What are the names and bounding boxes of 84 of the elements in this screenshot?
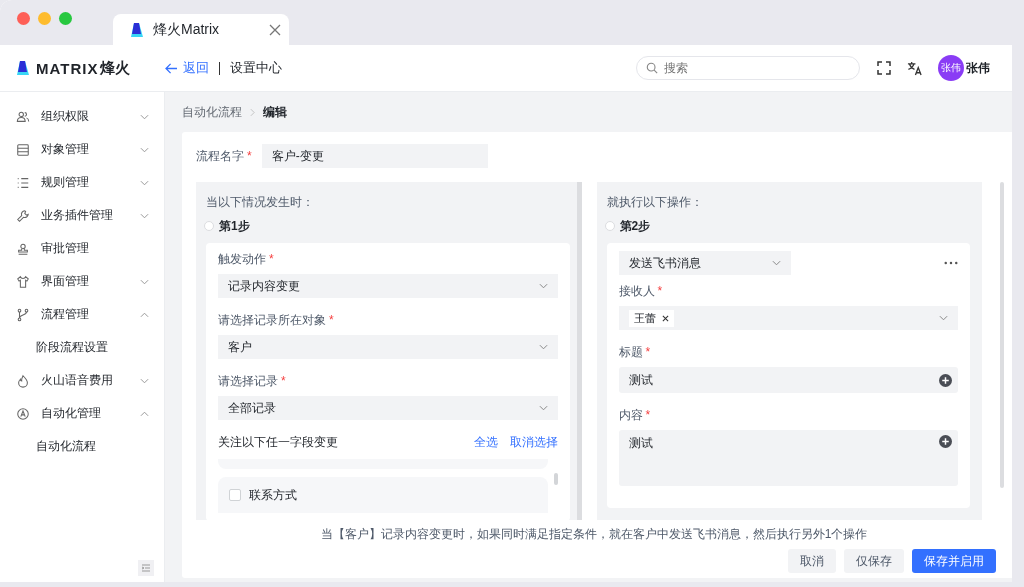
- sidebar-item[interactable]: 流程管理: [0, 298, 164, 331]
- field-label: 触发动作 *: [218, 251, 275, 268]
- select-field[interactable]: 记录内容变更: [218, 274, 558, 298]
- checkbox[interactable]: [229, 489, 241, 501]
- clear-selection-link[interactable]: 取消选择: [509, 434, 558, 451]
- name-input[interactable]: 客户-变更: [261, 144, 488, 168]
- sidebar-item[interactable]: 规则管理: [0, 166, 164, 199]
- menu-item-icon: [16, 208, 30, 223]
- browser-tab[interactable]: 烽火Matrix: [113, 14, 289, 45]
- menu-item-icon: [16, 142, 30, 157]
- summary-text: 当【客户】记录内容变更时，如果同时满足指定条件，就在客户中发送飞书消息，然后执行另外1个操作: [319, 526, 869, 543]
- collapse-sidebar-icon[interactable]: [138, 560, 154, 576]
- menu-item-icon: [16, 175, 30, 190]
- remove-icon[interactable]: [661, 314, 669, 322]
- panel-heading: 就执行以下操作：: [606, 194, 704, 211]
- chevron-down-icon: [538, 283, 548, 289]
- logo-text: 烽火: [100, 58, 131, 78]
- close-icon[interactable]: [269, 23, 281, 36]
- chevron-down-icon: [939, 315, 948, 321]
- sidebar-subitem[interactable]: 阶段流程设置: [0, 331, 164, 364]
- breadcrumb-current: 编辑: [263, 103, 287, 121]
- title-input[interactable]: 测试: [618, 367, 958, 393]
- field-label: 请选择记录所在对象 *: [218, 312, 335, 329]
- scrollbar[interactable]: [553, 473, 558, 485]
- menu-item-icon: [16, 307, 30, 322]
- recipient-select[interactable]: 王蕾: [618, 306, 958, 330]
- maximize-window-button[interactable]: [59, 12, 72, 25]
- flame-logo-icon: [129, 21, 145, 38]
- sidebar-item[interactable]: 界面管理: [0, 265, 164, 298]
- menu-item-icon: [16, 274, 30, 289]
- chevron-right-icon: [250, 107, 255, 117]
- step-dot-icon: [204, 221, 214, 231]
- content-input[interactable]: 测试: [618, 430, 958, 486]
- menu-item-icon: [16, 241, 30, 256]
- sidebar-item[interactable]: 组织权限: [0, 100, 164, 133]
- recipient-tag: 王蕾: [628, 309, 674, 327]
- chevron-down-icon: [771, 260, 781, 266]
- chevron-down-icon: [538, 405, 548, 411]
- scrollbar[interactable]: [576, 182, 582, 520]
- field-label: 接收人 *: [618, 283, 664, 300]
- user-name: 张伟: [966, 59, 990, 77]
- chevron-down-icon: [538, 344, 548, 350]
- add-icon[interactable]: [939, 373, 952, 387]
- back-arrow-icon: [165, 62, 178, 74]
- secondary-button[interactable]: 仅保存: [844, 549, 904, 573]
- logo-text: MATRIX: [36, 59, 99, 77]
- field-label: 内容 *: [618, 407, 652, 424]
- menu-item-icon: [16, 373, 30, 388]
- field-label: 流程名字 *: [196, 147, 252, 165]
- field-label: 请选择记录 *: [218, 373, 287, 390]
- back-link[interactable]: 返回: [165, 59, 209, 77]
- menu-item-icon: [16, 109, 30, 124]
- primary-button[interactable]: 保存并启用: [912, 549, 996, 573]
- field-label: 关注以下任一字段变更: [218, 434, 339, 451]
- translate-icon[interactable]: [907, 60, 922, 76]
- select-all-link[interactable]: 全选: [473, 434, 498, 451]
- search-field[interactable]: 搜索: [636, 56, 860, 80]
- add-icon[interactable]: [939, 435, 952, 448]
- sidebar-subitem[interactable]: 自动化流程: [0, 430, 164, 463]
- sidebar-item[interactable]: 审批管理: [0, 232, 164, 265]
- panel-heading: 当以下情况发生时：: [206, 194, 315, 211]
- secondary-button[interactable]: 取消: [788, 549, 836, 573]
- step-label: 第2步: [619, 217, 651, 235]
- select-field[interactable]: 发送飞书消息: [618, 251, 791, 275]
- option-row[interactable]: 联系方式: [218, 477, 548, 513]
- more-icon[interactable]: [944, 261, 958, 265]
- user-avatar[interactable]: 张伟: [938, 55, 964, 81]
- field-label: 标题 *: [618, 344, 652, 361]
- page-title: 设置中心: [230, 59, 282, 77]
- fullscreen-icon[interactable]: [877, 61, 891, 75]
- sidebar-item[interactable]: 自动化管理: [0, 397, 164, 430]
- step-label: 第1步: [219, 217, 250, 235]
- menu-item-icon: [16, 406, 30, 421]
- minimize-window-button[interactable]: [38, 12, 51, 25]
- close-window-button[interactable]: [17, 12, 30, 25]
- sidebar-item[interactable]: 业务插件管理: [0, 199, 164, 232]
- scrollbar[interactable]: [1000, 182, 1004, 488]
- flame-logo-icon: [15, 59, 31, 77]
- select-field[interactable]: 全部记录: [218, 396, 558, 420]
- step-dot-icon: [604, 221, 615, 231]
- sidebar-item[interactable]: 对象管理: [0, 133, 164, 166]
- select-field[interactable]: 客户: [218, 335, 558, 359]
- sidebar-item[interactable]: 火山语音费用: [0, 364, 164, 397]
- breadcrumb-link[interactable]: 自动化流程: [182, 103, 242, 121]
